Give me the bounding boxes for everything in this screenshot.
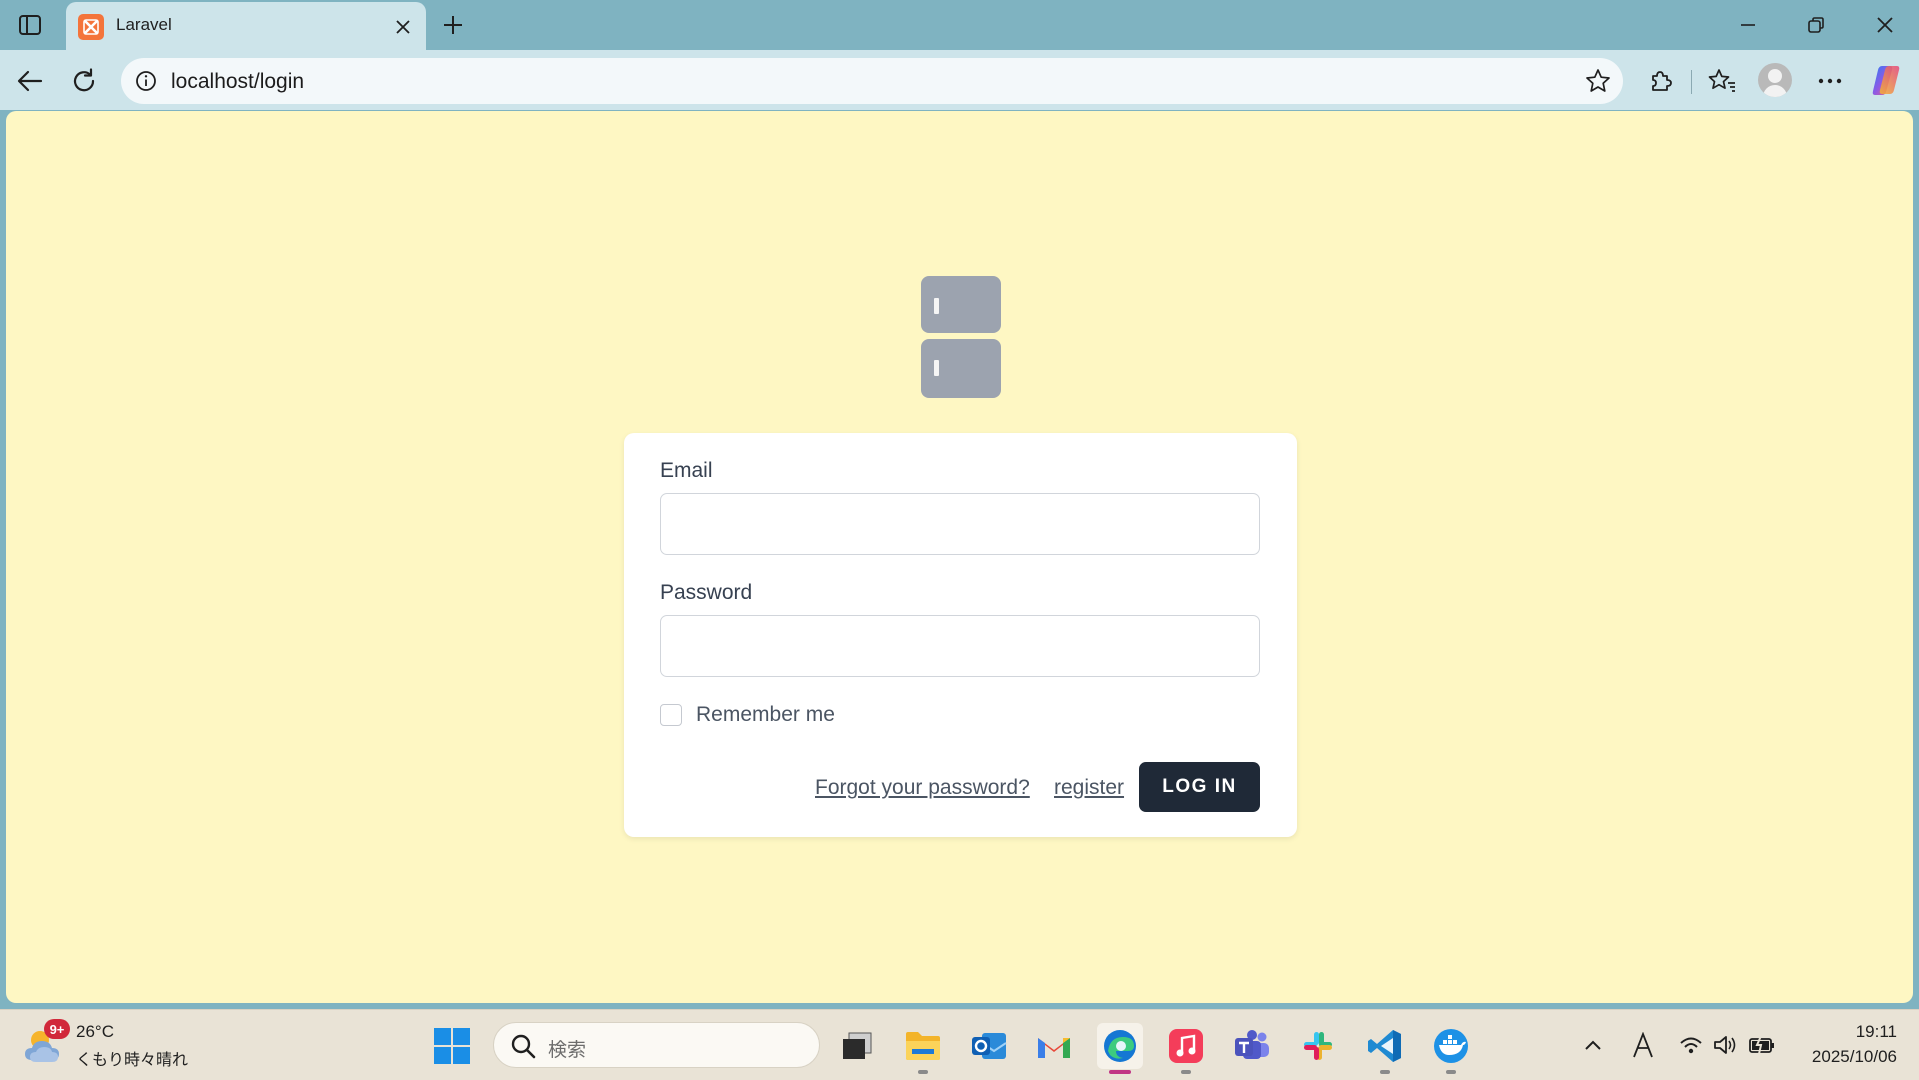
browser-tab[interactable]: Laravel — [66, 2, 426, 52]
gmail-icon — [1038, 1038, 1070, 1058]
remember-me-label[interactable]: Remember me — [696, 703, 835, 727]
refresh-icon — [73, 68, 95, 92]
docker-app[interactable] — [1428, 1023, 1474, 1074]
folder-icon — [906, 1032, 940, 1060]
minimize-button[interactable] — [1720, 6, 1776, 44]
site-info-button[interactable] — [131, 66, 161, 96]
music-icon — [1169, 1029, 1203, 1063]
slack-icon — [1304, 1032, 1332, 1060]
close-icon — [396, 20, 410, 34]
speaker-icon — [1714, 1036, 1736, 1054]
email-field[interactable] — [660, 493, 1260, 555]
password-label: Password — [660, 581, 753, 604]
favorites-star-icon — [1708, 69, 1735, 92]
back-button[interactable] — [10, 62, 50, 100]
weather-temperature: 26°C — [76, 1022, 114, 1041]
itunes-app[interactable] — [1163, 1023, 1209, 1074]
search-placeholder: 検索 — [548, 1040, 587, 1061]
minimize-icon — [1741, 24, 1755, 26]
star-icon — [1586, 69, 1610, 92]
restore-icon — [1808, 17, 1824, 33]
favorite-button[interactable] — [1583, 66, 1613, 96]
favorites-button[interactable] — [1702, 62, 1742, 100]
task-view-icon — [843, 1032, 872, 1059]
windows-logo-icon — [434, 1028, 470, 1064]
browser-toolbar: localhost/login — [0, 50, 1919, 110]
edge-icon — [1104, 1030, 1136, 1062]
restore-button[interactable] — [1788, 6, 1844, 44]
show-hidden-icons-button[interactable] — [1578, 1030, 1608, 1060]
battery-charging-icon — [1749, 1036, 1774, 1054]
start-button[interactable] — [433, 1027, 471, 1065]
vscode-icon — [1368, 1030, 1401, 1062]
running-indicator — [1446, 1070, 1456, 1074]
outlook-app[interactable] — [966, 1023, 1012, 1069]
more-dots-icon — [1818, 78, 1842, 84]
tab-close-button[interactable] — [390, 14, 416, 40]
edge-browser-app[interactable] — [1097, 1023, 1143, 1074]
remember-me-row: Remember me — [660, 703, 835, 727]
tab-title: Laravel — [116, 15, 172, 34]
running-indicator — [1181, 1070, 1191, 1074]
copilot-button[interactable] — [1868, 62, 1904, 98]
login-button[interactable]: LOG IN — [1139, 762, 1260, 812]
file-explorer-app[interactable] — [900, 1023, 946, 1074]
extensions-button[interactable] — [1641, 62, 1681, 100]
battery-button[interactable] — [1747, 1030, 1777, 1060]
puzzle-icon — [1652, 71, 1672, 91]
teams-app[interactable] — [1229, 1023, 1275, 1069]
docker-icon — [1434, 1029, 1468, 1063]
windows-taskbar: 9+ 26°C くもり時々晴れ 検索 19:11 2025/10/06 — [0, 1009, 1919, 1080]
slack-app[interactable] — [1295, 1023, 1341, 1069]
sidebar-icon — [19, 15, 41, 35]
address-bar[interactable]: localhost/login — [121, 58, 1623, 104]
ime-letter-a-icon — [1633, 1032, 1653, 1058]
running-indicator — [918, 1070, 928, 1074]
gmail-app[interactable] — [1031, 1023, 1077, 1069]
address-url[interactable]: localhost/login — [171, 70, 304, 94]
password-field[interactable] — [660, 615, 1260, 677]
wifi-icon — [1680, 1037, 1702, 1054]
active-app-indicator — [1109, 1070, 1131, 1074]
tab-actions-button[interactable] — [14, 10, 46, 40]
search-icon — [511, 1034, 536, 1059]
page-viewport: Email Password Remember me Forgot your p… — [6, 111, 1913, 1003]
ime-indicator[interactable] — [1628, 1030, 1658, 1060]
browser-tab-strip: Laravel — [0, 0, 1919, 52]
close-window-button[interactable] — [1857, 6, 1913, 44]
forgot-password-link[interactable]: Forgot your password? — [815, 776, 1030, 800]
close-icon — [1877, 17, 1893, 33]
task-view-button[interactable] — [834, 1023, 880, 1069]
volume-button[interactable] — [1710, 1030, 1740, 1060]
toolbar-divider — [1691, 70, 1692, 94]
plus-icon — [444, 16, 462, 34]
refresh-button[interactable] — [64, 62, 104, 100]
teams-icon — [1235, 1030, 1269, 1059]
clock-date: 2025/10/06 — [1811, 1047, 1897, 1066]
email-label: Email — [660, 459, 713, 482]
outlook-icon — [972, 1033, 1007, 1059]
weather-notification-badge: 9+ — [44, 1019, 70, 1039]
taskbar-search[interactable]: 検索 — [493, 1022, 820, 1068]
chevron-up-icon — [1585, 1040, 1601, 1050]
xampp-favicon-icon — [78, 14, 104, 40]
arrow-left-icon — [17, 70, 43, 92]
app-logo-fridge-icon — [921, 276, 1001, 398]
new-tab-button[interactable] — [436, 8, 470, 42]
network-button[interactable] — [1676, 1030, 1706, 1060]
running-indicator — [1380, 1070, 1390, 1074]
profile-avatar[interactable] — [1758, 63, 1792, 97]
vscode-app[interactable] — [1362, 1023, 1408, 1074]
info-icon — [136, 71, 156, 91]
remember-me-checkbox[interactable] — [660, 704, 682, 726]
settings-menu-button[interactable] — [1810, 62, 1850, 100]
login-card: Email Password Remember me Forgot your p… — [624, 433, 1297, 837]
copilot-icon — [1872, 66, 1900, 95]
clock-time: 19:11 — [1855, 1022, 1897, 1041]
weather-condition: くもり時々晴れ — [76, 1052, 189, 1069]
register-link[interactable]: register — [1054, 776, 1124, 800]
